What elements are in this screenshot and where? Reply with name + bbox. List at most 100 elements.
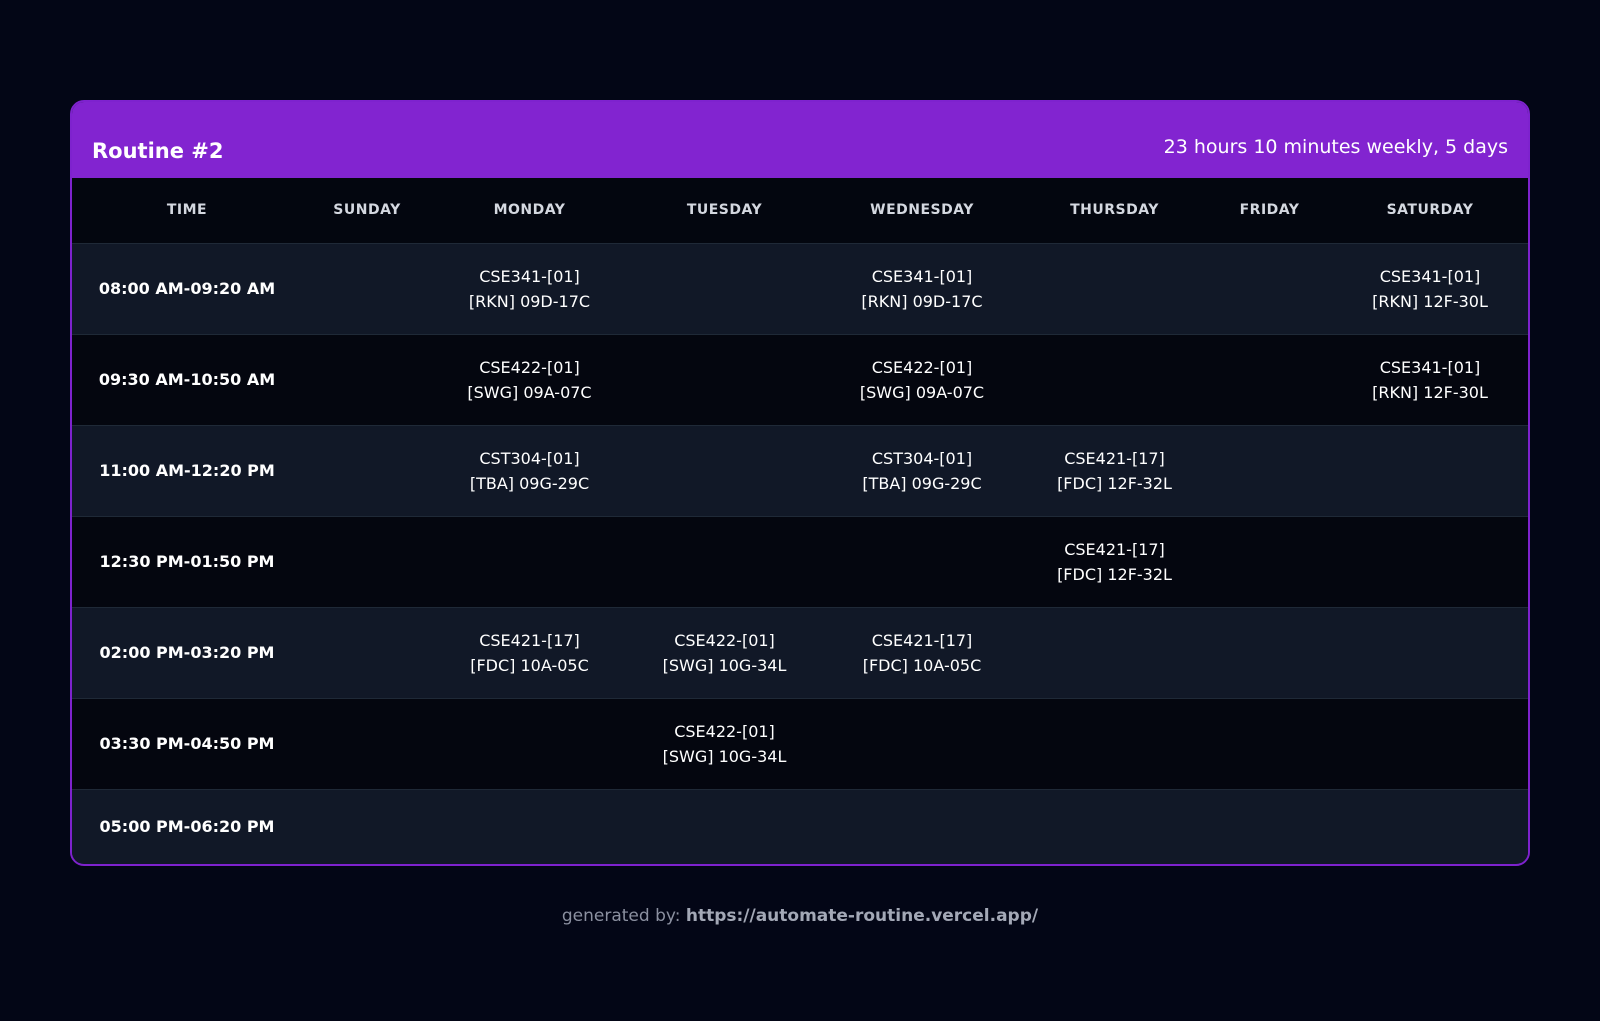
- schedule-cell: CSE421-[17] [FDC] 10A-05C: [822, 607, 1022, 698]
- time-slot: 09:30 AM-10:50 AM: [98, 370, 276, 389]
- course-code: CSE341-[01]: [1379, 266, 1481, 286]
- table-body: 08:00 AM-09:20 AM CSE341-[01] [RKN] 09D-17…: [72, 243, 1528, 863]
- footer: generated by: https://automate-routine.v…: [0, 906, 1600, 926]
- schedule-cell: [1207, 243, 1332, 334]
- schedule-cell: CSE341-[01] [RKN] 09D-17C: [822, 243, 1022, 334]
- schedule-cell: CSE421-[17] [FDC] 12F-32L: [1022, 516, 1207, 607]
- schedule-cell: [1207, 607, 1332, 698]
- course-room: [TBA] 09G-29C: [862, 473, 982, 493]
- schedule-cell: CSE341-[01] [RKN] 09D-17C: [432, 243, 627, 334]
- table-header: TIME SUNDAY MONDAY TUESDAY WEDNESDAY THURSDAY…: [72, 178, 1528, 244]
- schedule-cell: [822, 789, 1022, 863]
- schedule-cell: [1207, 516, 1332, 607]
- course-code: CSE422-[01]: [479, 357, 580, 377]
- schedule-cell: [1332, 607, 1528, 698]
- schedule-cell: [432, 789, 627, 863]
- schedule-cell: [302, 789, 432, 863]
- column-header-wednesday: WEDNESDAY: [822, 178, 1022, 244]
- table-row: 03:30 PM-04:50 PM CSE422-[01] [SWG] 10G-34…: [72, 698, 1528, 789]
- schedule-cell: [1207, 425, 1332, 516]
- course-code: CSE421-[17]: [871, 630, 973, 650]
- schedule-cell: [302, 243, 432, 334]
- schedule-cell: [1207, 698, 1332, 789]
- course-room: [FDC] 12F-32L: [1057, 473, 1172, 493]
- footer-prefix: generated by:: [561, 906, 681, 926]
- schedule-cell: [1022, 334, 1207, 425]
- time-slot: 05:00 PM-06:20 PM: [99, 816, 275, 836]
- schedule-cell: [1332, 789, 1528, 863]
- schedule-cell: [1207, 789, 1332, 863]
- schedule-cell: [1022, 607, 1207, 698]
- course-room: [FDC] 12F-32L: [1057, 564, 1172, 584]
- course-code: CSE422-[01]: [674, 721, 775, 741]
- schedule-cell: CSE422-[01] [SWG] 10G-34L: [627, 698, 822, 789]
- schedule-cell: CSE422-[01] [SWG] 09A-07C: [822, 334, 1022, 425]
- schedule-cell: [302, 425, 432, 516]
- course-room: [SWG] 10G-34L: [662, 655, 787, 675]
- course-code: CSE421-[17]: [1064, 539, 1165, 559]
- column-header-friday: FRIDAY: [1207, 178, 1332, 244]
- schedule-cell: [627, 425, 822, 516]
- table-row: 11:00 AM-12:20 PM CST304-[01] [TBA] 09G-29…: [72, 425, 1528, 516]
- table-row: 02:00 PM-03:20 PM CSE421-[17] [FDC] 10A-05…: [72, 607, 1528, 698]
- course-code: CSE341-[01]: [479, 266, 580, 286]
- column-header-saturday: SATURDAY: [1332, 178, 1528, 244]
- schedule-cell: [302, 607, 432, 698]
- course-room: [RKN] 09D-17C: [468, 291, 591, 311]
- table-row: 12:30 PM-01:50 PM CSE421-[17] [FDC] 12F-32…: [72, 516, 1528, 607]
- course-room: [SWG] 09A-07C: [467, 382, 592, 402]
- column-header-tuesday: TUESDAY: [627, 178, 822, 244]
- schedule-cell: [822, 698, 1022, 789]
- schedule-cell: [1022, 698, 1207, 789]
- routine-weekly-summary: 23 hours 10 minutes weekly, 5 days: [1163, 136, 1508, 158]
- time-slot: 03:30 PM-04:50 PM: [99, 734, 275, 753]
- course-room: [RKN] 12F-30L: [1372, 291, 1488, 311]
- course-room: [RKN] 09D-17C: [861, 291, 983, 311]
- routine-table: TIME SUNDAY MONDAY TUESDAY WEDNESDAY THURSDAY…: [72, 178, 1528, 863]
- course-code: CSE422-[01]: [674, 630, 775, 650]
- schedule-cell: [1022, 243, 1207, 334]
- routine-title: Routine #2: [92, 139, 224, 163]
- course-room: [TBA] 09G-29C: [469, 473, 590, 493]
- header-row: TIME SUNDAY MONDAY TUESDAY WEDNESDAY THURSDAY…: [72, 178, 1528, 244]
- schedule-cell: [1207, 334, 1332, 425]
- schedule-cell: [1332, 698, 1528, 789]
- schedule-cell: [302, 698, 432, 789]
- routine-card: Routine #2 23 hours 10 minutes weekly, 5…: [70, 100, 1530, 866]
- schedule-cell: CSE422-[01] [SWG] 09A-07C: [432, 334, 627, 425]
- schedule-cell: [1332, 516, 1528, 607]
- table-row: 09:30 AM-10:50 AM CSE422-[01] [SWG] 09A-07…: [72, 334, 1528, 425]
- schedule-cell: [627, 334, 822, 425]
- column-header-sunday: SUNDAY: [302, 178, 432, 244]
- time-slot: 12:30 PM-01:50 PM: [99, 552, 275, 571]
- course-code: CSE422-[01]: [871, 357, 973, 377]
- column-header-thursday: THURSDAY: [1022, 178, 1207, 244]
- schedule-cell: CST304-[01] [TBA] 09G-29C: [432, 425, 627, 516]
- course-code: CST304-[01]: [871, 448, 973, 468]
- schedule-cell: [1022, 789, 1207, 863]
- course-room: [SWG] 09A-07C: [859, 382, 985, 402]
- course-code: CST304-[01]: [479, 448, 580, 468]
- column-header-time: TIME: [72, 178, 302, 244]
- table-row: 08:00 AM-09:20 AM CSE341-[01] [RKN] 09D-17…: [72, 243, 1528, 334]
- course-code: CSE341-[01]: [1379, 357, 1481, 377]
- schedule-cell: CSE421-[17] [FDC] 12F-32L: [1022, 425, 1207, 516]
- course-code: CSE421-[17]: [1064, 448, 1165, 468]
- course-room: [SWG] 10G-34L: [662, 746, 787, 766]
- schedule-cell: [822, 516, 1022, 607]
- time-slot: 08:00 AM-09:20 AM: [98, 279, 276, 298]
- footer-link[interactable]: https://automate-routine.vercel.app/: [686, 906, 1038, 926]
- schedule-cell: [627, 516, 822, 607]
- course-room: [FDC] 10A-05C: [470, 655, 589, 675]
- schedule-cell: [627, 243, 822, 334]
- schedule-cell: [432, 698, 627, 789]
- routine-header: Routine #2 23 hours 10 minutes weekly, 5…: [72, 102, 1528, 178]
- schedule-cell: [302, 334, 432, 425]
- schedule-cell: [627, 789, 822, 863]
- schedule-cell: CST304-[01] [TBA] 09G-29C: [822, 425, 1022, 516]
- schedule-cell: [1332, 425, 1528, 516]
- schedule-cell: [432, 516, 627, 607]
- schedule-cell: [302, 516, 432, 607]
- course-room: [FDC] 10A-05C: [862, 655, 982, 675]
- time-slot: 02:00 PM-03:20 PM: [99, 643, 275, 662]
